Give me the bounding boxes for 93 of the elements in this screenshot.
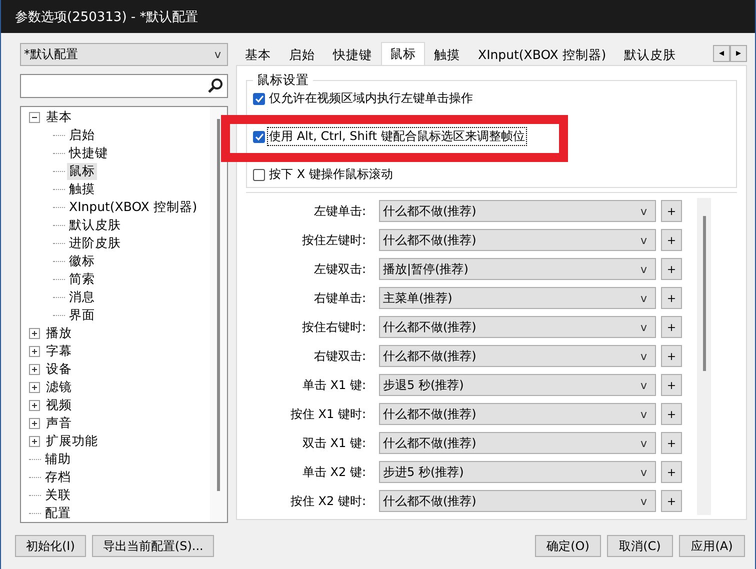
action-dropdown[interactable]: 什么都不做(推荐) v xyxy=(379,345,656,367)
tree-item[interactable]: XInput(XBOX 控制器) xyxy=(67,199,200,216)
tree-item[interactable]: 声音 xyxy=(44,414,74,432)
search-field[interactable] xyxy=(20,74,228,98)
tree-item[interactable]: 默认皮肤 xyxy=(67,217,123,234)
tree-item[interactable]: 快捷键 xyxy=(67,145,110,162)
expand-icon[interactable] xyxy=(29,364,40,375)
tree-item[interactable]: 简索 xyxy=(67,270,97,288)
tree-item[interactable]: 滤镜 xyxy=(44,378,74,396)
tab[interactable]: 启始 xyxy=(280,44,324,65)
checkbox-label: 仅允许在视频区域内执行左键单击操作 xyxy=(268,90,474,107)
tab[interactable]: 鼠标 xyxy=(381,42,425,65)
tree-item[interactable]: 进阶皮肤 xyxy=(67,234,123,252)
dialog-button[interactable]: 确定(O) xyxy=(535,535,601,557)
add-button[interactable]: + xyxy=(661,229,682,251)
action-label: 右键双击: xyxy=(312,348,366,364)
add-button[interactable]: + xyxy=(661,258,682,280)
action-label: 左键单击: xyxy=(312,202,366,220)
tab[interactable]: 基本 xyxy=(236,44,280,65)
window-title: 参数选项(250313) - *默认配置 xyxy=(15,8,198,26)
expand-icon[interactable] xyxy=(29,382,40,393)
check-icon xyxy=(254,94,264,102)
collapse-icon[interactable] xyxy=(29,112,40,124)
dialog-button[interactable]: 初始化(I) xyxy=(15,535,86,557)
checkbox[interactable] xyxy=(253,168,265,180)
tree-item[interactable]: 界面 xyxy=(67,306,97,324)
search-icon xyxy=(208,78,223,94)
check-icon xyxy=(254,132,264,140)
scrollbar[interactable] xyxy=(697,198,711,515)
scroll-left-button[interactable]: ◂ xyxy=(713,45,730,62)
checkbox-label: 使用 Alt, Ctrl, Shift 键配合鼠标选区来调整帧位 xyxy=(268,128,526,145)
add-button[interactable]: + xyxy=(661,374,682,396)
add-button[interactable]: + xyxy=(661,490,682,512)
tab[interactable]: 默认皮肤 xyxy=(615,44,686,65)
add-button[interactable]: + xyxy=(661,200,682,222)
action-dropdown[interactable]: 什么都不做(推荐) v xyxy=(379,200,656,222)
tree-item[interactable]: 扩展功能 xyxy=(44,432,100,450)
action-dropdown[interactable]: 什么都不做(推荐) v xyxy=(379,432,656,454)
checkbox[interactable] xyxy=(253,92,265,104)
tree-item[interactable]: 字幕 xyxy=(44,342,74,360)
scrollbar[interactable] xyxy=(210,106,227,522)
tab[interactable]: 触摸 xyxy=(425,44,469,65)
action-label: 单击 X2 键: xyxy=(301,464,366,480)
checkbox-label: 按下 X 键操作鼠标滚动 xyxy=(268,166,394,183)
tree-item[interactable]: 设备 xyxy=(44,360,74,378)
scroll-right-button[interactable]: ▸ xyxy=(730,45,747,62)
tree-item[interactable]: 触摸 xyxy=(67,181,97,198)
action-dropdown[interactable]: 什么都不做(推荐) v xyxy=(379,229,656,251)
tab[interactable]: 快捷键 xyxy=(324,44,381,65)
add-button[interactable]: + xyxy=(661,432,682,454)
expand-icon[interactable] xyxy=(29,436,40,447)
action-label: 双击 X1 键: xyxy=(301,434,366,452)
tree-item[interactable]: 关联 xyxy=(43,486,73,504)
tree-item[interactable]: 基本 xyxy=(44,109,74,126)
action-label: 按住右键时: xyxy=(300,318,366,336)
action-dropdown[interactable]: 步退5 秒(推荐) v xyxy=(379,374,656,396)
add-button[interactable]: + xyxy=(661,287,682,309)
action-label: 右键单击: xyxy=(312,290,366,306)
tree-item[interactable]: 配置 xyxy=(43,504,73,522)
tree-item[interactable]: 消息 xyxy=(67,288,97,306)
tree-item[interactable]: 播放 xyxy=(44,324,74,342)
add-button[interactable]: + xyxy=(661,316,682,338)
expand-icon[interactable] xyxy=(29,328,40,339)
expand-icon[interactable] xyxy=(29,418,40,429)
add-button[interactable]: + xyxy=(661,403,682,425)
action-label: 单击 X1 键: xyxy=(301,376,366,394)
action-dropdown[interactable]: 播放|暂停(推荐) v xyxy=(379,258,656,280)
add-button[interactable]: + xyxy=(661,345,682,367)
tree-item[interactable]: 存档 xyxy=(43,468,73,486)
dialog-button[interactable]: 应用(A) xyxy=(679,535,745,557)
action-dropdown[interactable]: 什么都不做(推荐) v xyxy=(379,316,656,338)
dialog-button[interactable]: 取消(C) xyxy=(607,535,673,557)
action-label: 按住 X1 键时: xyxy=(289,406,366,422)
tree-item[interactable]: 启始 xyxy=(67,127,97,144)
tree-item[interactable]: 辅助 xyxy=(43,450,73,468)
action-label: 按住 X2 键时: xyxy=(289,492,366,510)
action-dropdown[interactable]: 什么都不做(推荐) v xyxy=(379,490,656,512)
dialog-button[interactable]: 导出当前配置(S)... xyxy=(92,535,214,557)
action-dropdown[interactable]: 什么都不做(推荐) v xyxy=(379,403,656,425)
tab[interactable]: XInput(XBOX 控制器) xyxy=(469,44,616,65)
action-label: 按住左键时: xyxy=(300,232,366,248)
action-label: 左键双击: xyxy=(312,260,366,278)
tree-item[interactable]: 徽标 xyxy=(67,252,97,270)
add-button[interactable]: + xyxy=(661,461,682,483)
expand-icon[interactable] xyxy=(29,346,40,357)
checkbox[interactable] xyxy=(253,130,265,142)
action-dropdown[interactable]: 主菜单(推荐) v xyxy=(379,287,656,309)
group-title: 鼠标设置 xyxy=(256,72,310,89)
action-dropdown[interactable]: 步进5 秒(推荐) v xyxy=(379,461,656,483)
expand-icon[interactable] xyxy=(29,400,40,411)
profile-dropdown[interactable]: *默认配置 v xyxy=(20,43,228,66)
tree-item[interactable]: 鼠标 xyxy=(67,163,97,180)
tree-item[interactable]: 视频 xyxy=(44,396,74,414)
